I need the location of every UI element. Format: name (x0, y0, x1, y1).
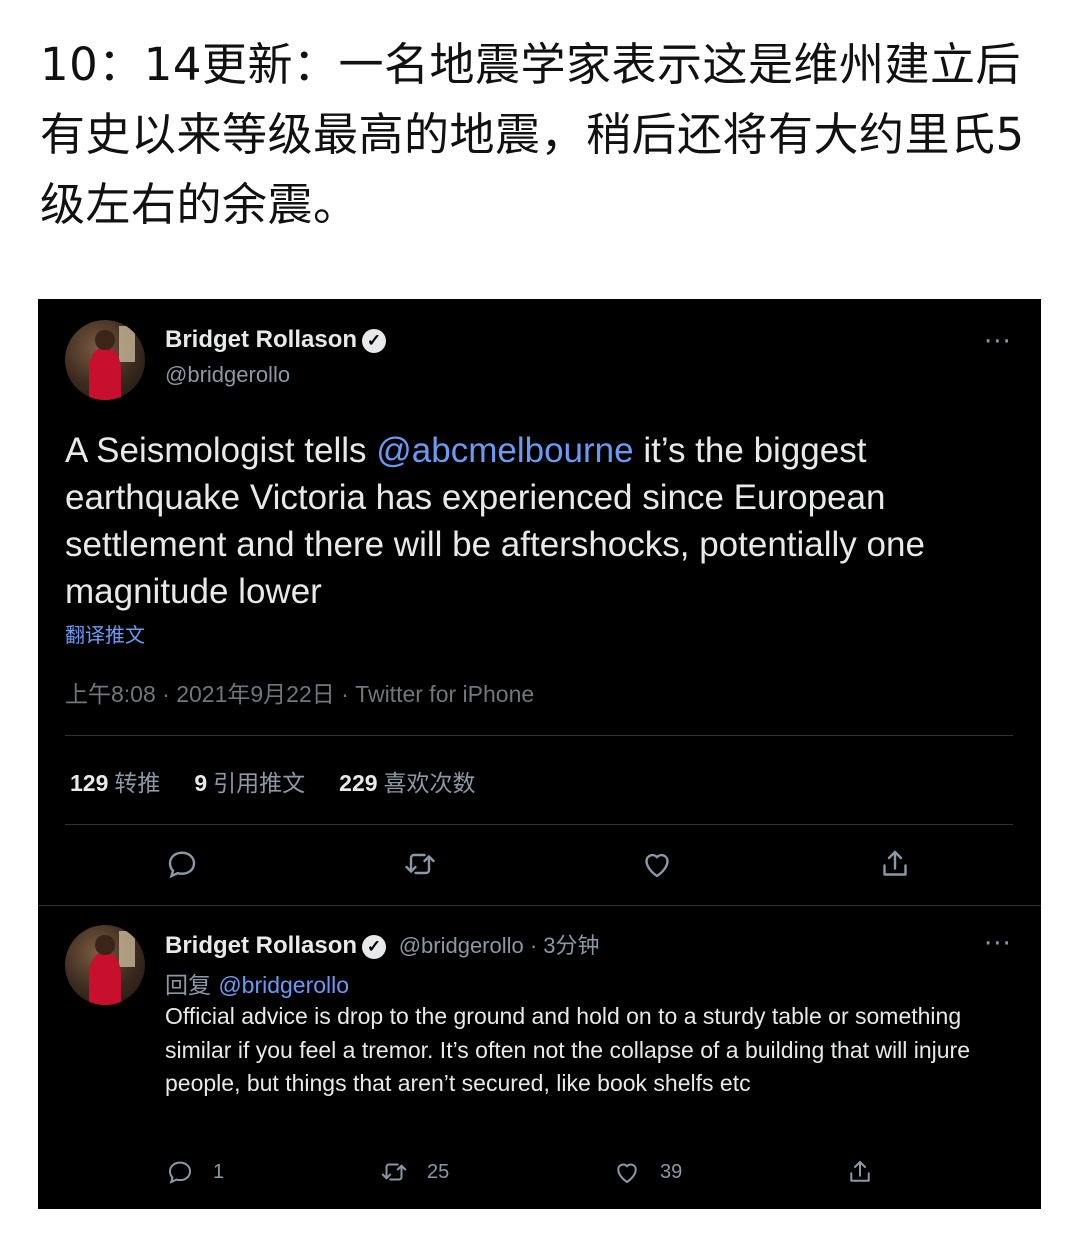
retweets-stat[interactable]: 129 转推 (70, 764, 160, 798)
translate-link[interactable]: 翻译推文 (65, 619, 145, 648)
verified-badge-icon: ✓ (362, 934, 387, 959)
reply-count: 1 (213, 1160, 225, 1183)
reply-author-name[interactable]: Bridget Rollason (165, 932, 357, 959)
reply-text: Official advice is drop to the ground an… (165, 1003, 970, 1096)
verified-badge-icon: ✓ (362, 328, 387, 353)
replying-to: 回复 @bridgerollo (165, 966, 349, 1000)
mention-link[interactable]: @abcmelbourne (376, 431, 633, 470)
share-icon[interactable] (845, 1157, 875, 1187)
retweet-icon[interactable] (402, 846, 438, 882)
quotes-stat[interactable]: 9 引用推文 (194, 764, 305, 798)
reply-handle-time[interactable]: @bridgerollo · 3分钟 (399, 933, 600, 958)
reply-author-avatar[interactable] (65, 925, 145, 1005)
tweet-stats: 129 转推 9 引用推文 229 喜欢次数 (70, 764, 476, 798)
share-icon[interactable] (877, 846, 913, 882)
like-icon[interactable] (612, 1157, 642, 1187)
like-icon[interactable] (639, 846, 675, 882)
reply-share-action[interactable] (845, 1157, 875, 1187)
tweet-screenshot: Bridget Rollason ✓ @bridgerollo ··· A Sei… (38, 299, 1041, 1209)
divider (38, 905, 1041, 906)
author-name-row[interactable]: Bridget Rollason ✓ (165, 326, 387, 354)
reply-like-action[interactable]: 39 (612, 1157, 682, 1187)
reply-icon[interactable] (164, 846, 200, 882)
like-count: 39 (660, 1160, 683, 1183)
retweet-count: 25 (427, 1160, 450, 1183)
more-icon[interactable]: ··· (984, 327, 1012, 357)
article-headline: 10：14更新：一名地震学家表示这是维州建立后有史以来等级最高的地震，稍后还将有… (40, 38, 1025, 231)
divider (65, 735, 1013, 736)
reply-icon[interactable] (165, 1157, 195, 1187)
likes-stat[interactable]: 229 喜欢次数 (339, 764, 475, 798)
reply-author-row: Bridget Rollason ✓ @bridgerollo · 3分钟 (165, 928, 600, 960)
reply-reply-action[interactable]: 1 (165, 1157, 224, 1187)
reply-mention-link[interactable]: @bridgerollo (218, 972, 349, 998)
tweet-text: A Seismologist tells @abcmelbourne it’s … (65, 427, 1005, 615)
author-name[interactable]: Bridget Rollason (165, 326, 357, 353)
reply-retweet-action[interactable]: 25 (379, 1157, 449, 1187)
more-icon[interactable]: ··· (984, 929, 1012, 959)
retweet-icon[interactable] (379, 1157, 409, 1187)
author-handle[interactable]: @bridgerollo (165, 362, 290, 388)
author-avatar[interactable] (65, 320, 145, 400)
tweet-meta: 上午8:08 · 2021年9月22日 · Twitter for iPhone (65, 681, 535, 707)
reply-prefix: 回复 (165, 973, 211, 999)
divider (65, 824, 1013, 825)
tweet-text-before: A Seismologist tells (65, 431, 377, 470)
